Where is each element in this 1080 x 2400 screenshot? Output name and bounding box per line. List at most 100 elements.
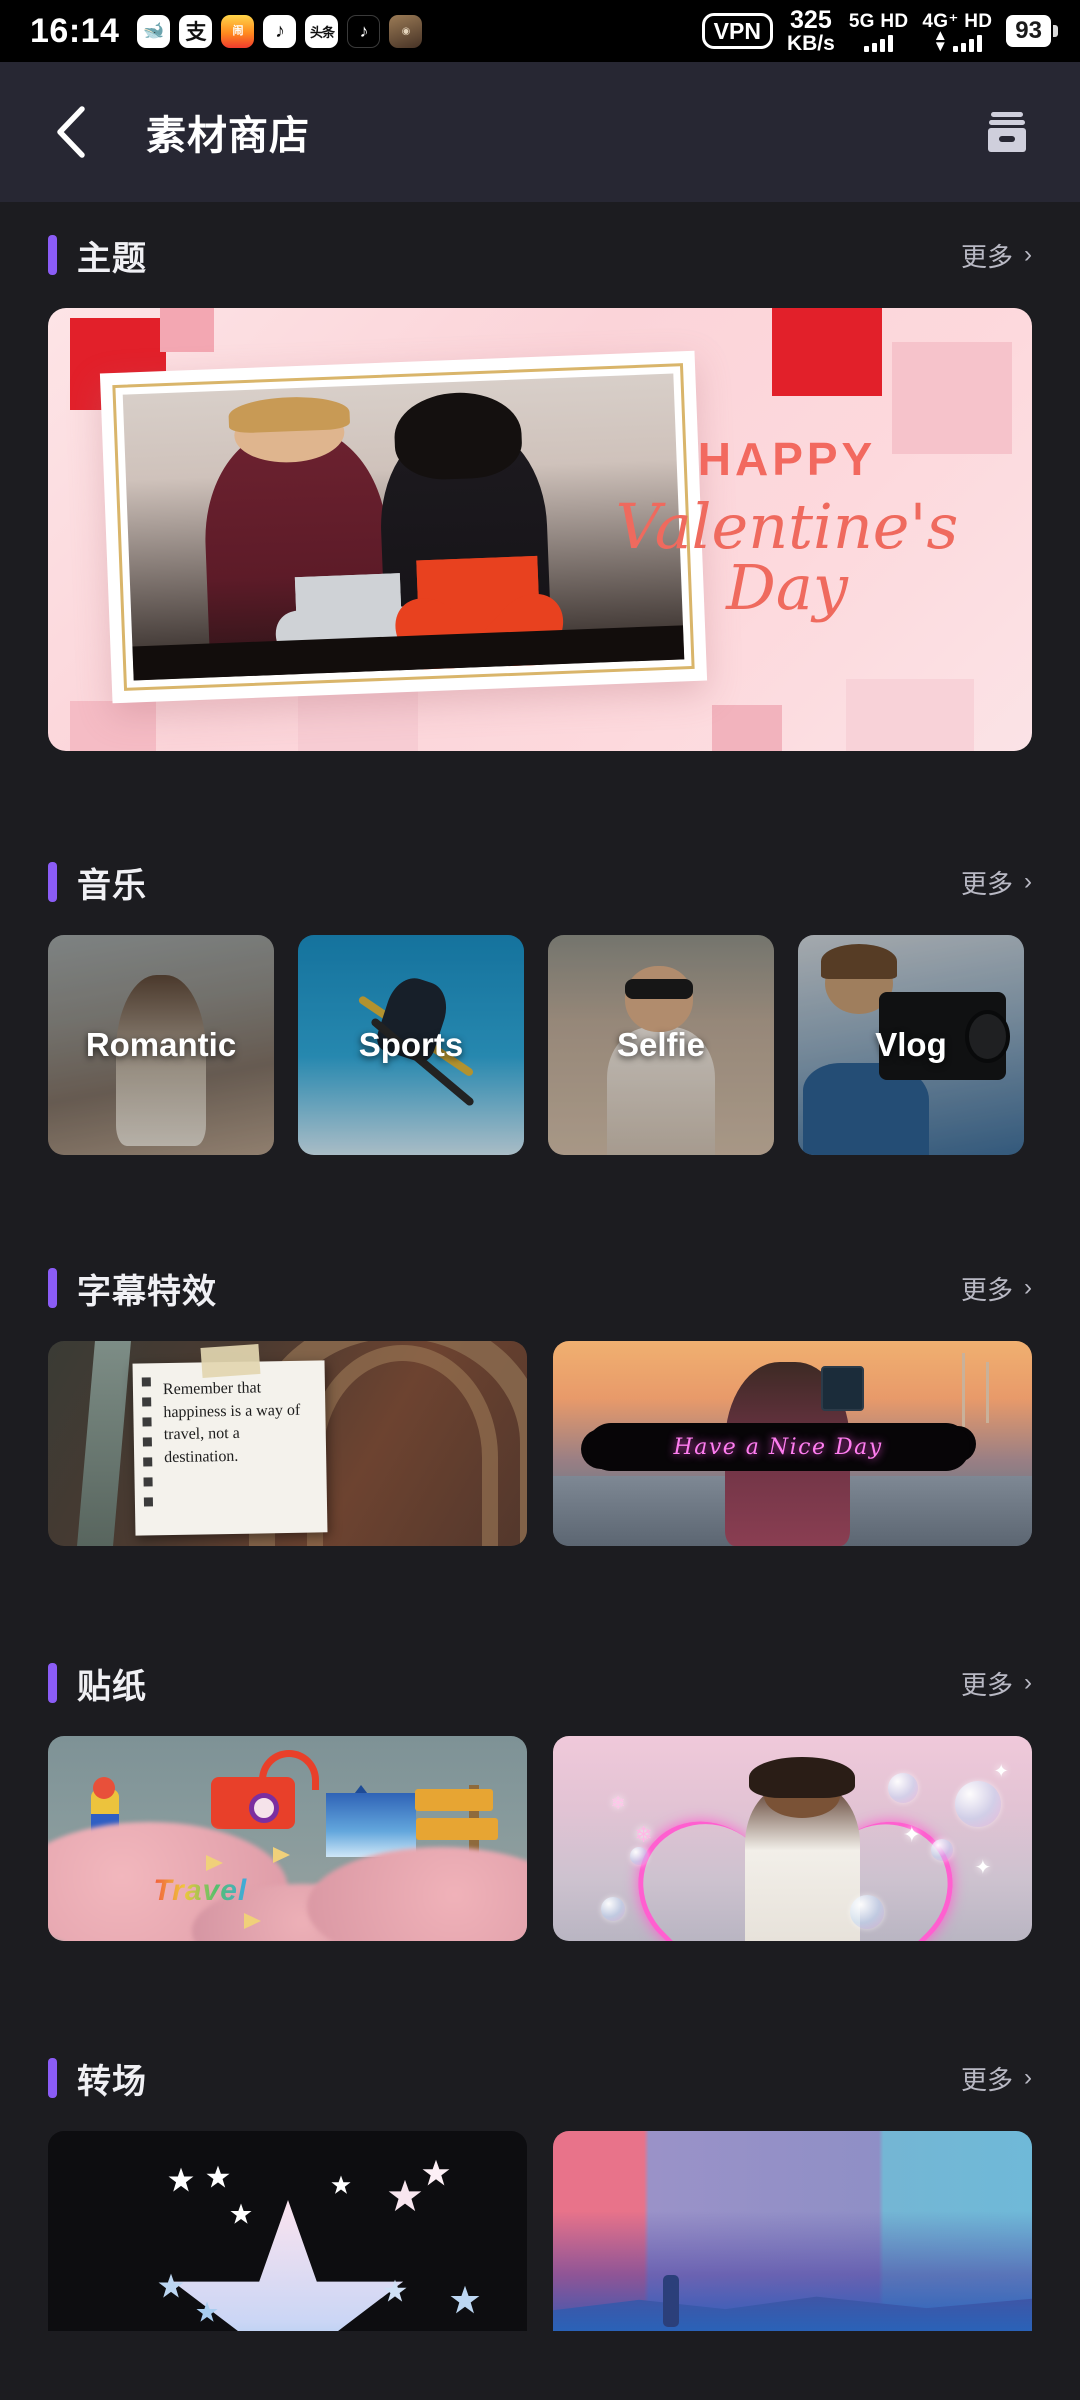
chevron-right-icon: ›	[1024, 1274, 1032, 1301]
banner-text-block: HAPPY Valentine's Day	[572, 432, 1002, 619]
heart-decor-icon	[160, 308, 214, 352]
star-icon	[168, 2167, 194, 2192]
banner-happy-text: HAPPY	[697, 433, 877, 485]
status-bar-indicators: VPN 325 KB/s 5G HD 4G⁺ HD ▲ ▼ 93	[701, 7, 1058, 56]
signal-bars-icon: ▲ ▼	[933, 28, 982, 53]
star-icon	[158, 2273, 184, 2298]
tape-strip-icon	[200, 1343, 261, 1378]
archive-box-icon	[988, 112, 1026, 152]
network-speed-indicator: 325 KB/s	[786, 7, 835, 56]
more-label: 更多	[960, 2064, 1013, 2095]
star-icon	[196, 2301, 219, 2322]
section-accent-bar	[48, 862, 57, 902]
music-card-romantic[interactable]: Romantic	[48, 935, 274, 1155]
section-title-transitions: 转场	[77, 2062, 147, 2101]
section-accent-bar	[48, 235, 57, 275]
status-bar-clock: 16:14	[30, 11, 120, 50]
music-card-vlog[interactable]: Vlog	[798, 935, 1024, 1155]
heart-decor-icon	[846, 679, 974, 751]
more-button-transitions[interactable]: 更多 ›	[961, 2060, 1032, 2097]
section-accent-bar	[48, 1663, 57, 1703]
bubble-icon	[955, 1781, 1002, 1828]
bubble-icon	[849, 1894, 884, 1929]
star-icon	[383, 2279, 407, 2302]
chevron-right-icon: ›	[1024, 241, 1032, 268]
material-store-scroll[interactable]: 主题 更多 › HAPPY Valentine's Day 音乐 更多 › Ro…	[0, 202, 1080, 2331]
more-button-subtitle-effects[interactable]: 更多 ›	[961, 1270, 1032, 1307]
section-title-stickers: 贴纸	[77, 1667, 147, 1706]
music-card-label: Sports	[358, 1026, 464, 1063]
sticker-card-neon-heart[interactable]: ✦ ✦ ✦ ❄ ❄	[553, 1736, 1032, 1941]
status-bar-notification-icons: 🐋 支 闹 ♪ 头条 ♪ ◉	[137, 14, 423, 48]
sparkle-icon: ✦	[974, 1856, 992, 1879]
banner-script-line2: Day	[726, 550, 848, 624]
subtitle-card-paper-note[interactable]: Remember that happiness is a way of trav…	[48, 1341, 527, 1546]
battery-tip-icon	[1053, 25, 1058, 37]
more-button-stickers[interactable]: 更多 ›	[961, 1665, 1032, 1702]
section-title-theme: 主题	[77, 239, 147, 278]
bubble-icon	[600, 1896, 625, 1921]
more-label: 更多	[960, 1669, 1013, 1700]
section-title-music: 音乐	[77, 866, 147, 905]
heart-decor-icon	[712, 705, 782, 751]
whale-app-icon: 🐋	[137, 14, 171, 48]
my-materials-button[interactable]	[972, 97, 1042, 167]
star-icon	[450, 2285, 480, 2314]
page-title: 素材商店	[146, 114, 310, 158]
more-label: 更多	[960, 1274, 1013, 1305]
status-bar: 16:14 🐋 支 闹 ♪ 头条 ♪ ◉ VPN 325 KB/s 5G HD …	[0, 0, 1080, 62]
paper-plane-icon	[244, 1912, 262, 1929]
subtitle-card-neon-brush[interactable]: Have a Nice Day	[553, 1341, 1032, 1546]
section-header-stickers: 贴纸 更多 ›	[48, 1630, 1032, 1736]
sticker-card-row: Travel ✦ ✦ ✦ ❄ ❄	[48, 1736, 1032, 1941]
app-header: 素材商店	[0, 62, 1080, 202]
star-icon	[422, 2159, 450, 2186]
back-button[interactable]	[38, 100, 102, 164]
butterfly-icon: ❄	[610, 1793, 626, 1814]
paper-note: Remember that happiness is a way of trav…	[132, 1343, 328, 1536]
star-icon	[331, 2175, 351, 2194]
music-card-sports[interactable]: Sports	[298, 935, 524, 1155]
butterfly-icon: ❄	[634, 1822, 653, 1848]
more-button-music[interactable]: 更多 ›	[961, 864, 1032, 901]
sparkle-icon: ✦	[902, 1822, 922, 1848]
section-stickers: 贴纸 更多 › Travel ✦ ✦ ✦ ❄ ❄	[0, 1630, 1080, 1941]
chevron-right-icon: ›	[1024, 868, 1032, 895]
sticker-card-travel[interactable]: Travel	[48, 1736, 527, 1941]
bubble-icon	[931, 1838, 954, 1861]
music-card-selfie[interactable]: Selfie	[548, 935, 774, 1155]
paper-note-text: Remember that happiness is a way of trav…	[163, 1378, 301, 1466]
chevron-right-icon: ›	[1024, 2064, 1032, 2091]
paper-plane-icon	[273, 1846, 291, 1863]
more-label: 更多	[960, 868, 1013, 899]
section-header-subtitle-effects: 字幕特效 更多 ›	[48, 1235, 1032, 1341]
transition-card-star-mask[interactable]	[48, 2131, 527, 2331]
qq-music-app-icon: ♪	[263, 14, 297, 48]
alipay-app-icon: 支	[179, 14, 213, 48]
transition-card-color-split[interactable]	[553, 2131, 1032, 2331]
travel-word-sticker: Travel	[153, 1874, 248, 1908]
game-app-icon: ◉	[389, 14, 423, 48]
signal-bars-icon	[864, 34, 894, 52]
data-transfer-arrows-icon: ▲ ▼	[932, 27, 948, 55]
music-card-label: Romantic	[85, 1026, 237, 1063]
sparkle-icon: ✦	[993, 1760, 1009, 1781]
sim2-signal-indicator: 4G⁺ HD ▲ ▼	[922, 10, 992, 53]
section-music: 音乐 更多 › Romantic Sports Selfie Vlog	[0, 829, 1080, 1155]
note-punch-holes-icon	[141, 1376, 154, 1507]
star-icon	[388, 2179, 422, 2212]
star-icon	[230, 2203, 252, 2224]
section-title-subtitle-effects: 字幕特效	[77, 1272, 217, 1311]
section-header-theme: 主题 更多 ›	[48, 202, 1032, 308]
bubble-icon	[629, 1846, 648, 1865]
yellow-app-icon: 闹	[221, 14, 255, 48]
toutiao-app-icon: 头条	[305, 14, 339, 48]
more-button-theme[interactable]: 更多 ›	[961, 237, 1032, 274]
section-header-transitions: 转场 更多 ›	[48, 2025, 1032, 2131]
section-header-music: 音乐 更多 ›	[48, 829, 1032, 935]
section-theme: 主题 更多 › HAPPY Valentine's Day	[0, 202, 1080, 751]
music-card-row[interactable]: Romantic Sports Selfie Vlog	[48, 935, 1032, 1155]
valentines-theme-banner[interactable]: HAPPY Valentine's Day	[48, 308, 1032, 751]
tiktok-app-icon: ♪	[347, 14, 381, 48]
network-speed-unit: KB/s	[786, 32, 835, 56]
